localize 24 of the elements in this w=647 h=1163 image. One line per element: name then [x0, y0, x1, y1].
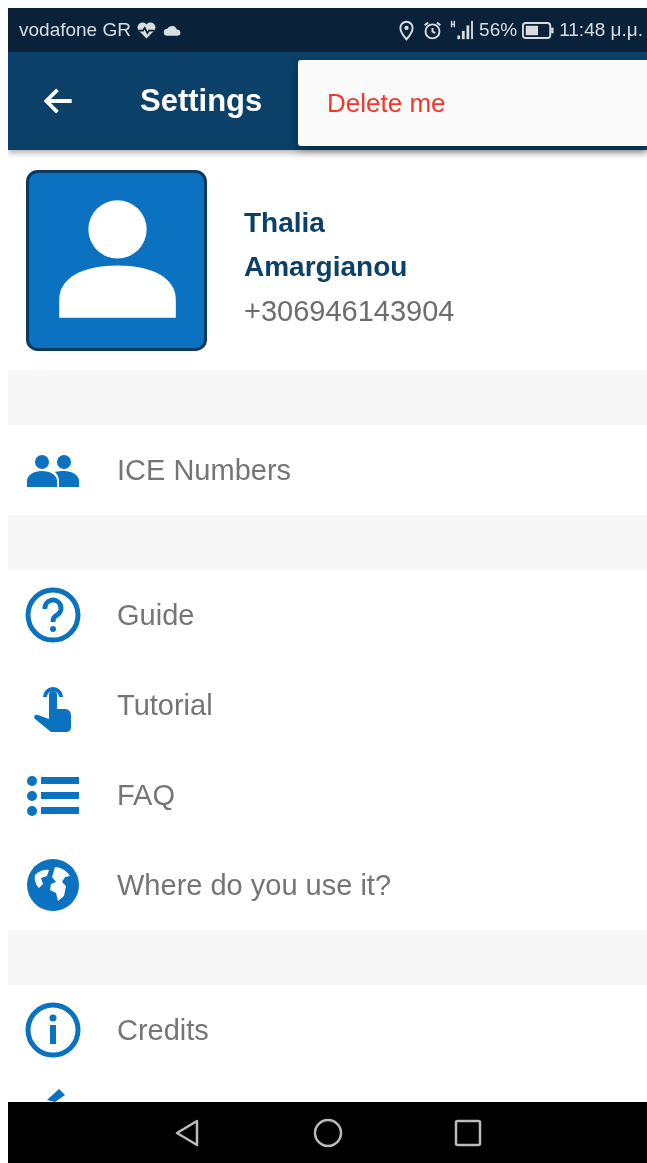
- last-name: Amargianou: [244, 250, 409, 284]
- help-circle-icon: [25, 587, 81, 643]
- alarm-icon: [422, 19, 444, 41]
- avatar-icon: [26, 169, 207, 351]
- carrier-name: vodafone GR: [19, 19, 131, 41]
- battery-percent: 56%: [479, 19, 518, 41]
- heart-pulse-icon: [135, 19, 157, 41]
- delete-menu-item[interactable]: Delete me: [327, 81, 446, 125]
- phone-number: +306946143904: [244, 294, 455, 329]
- signal-icon: [448, 19, 475, 41]
- first-name: Thalia: [244, 206, 326, 240]
- battery-icon: [522, 21, 555, 39]
- info-circle-icon: [25, 1002, 81, 1058]
- recents-icon[interactable]: [452, 1117, 483, 1148]
- settings-item[interactable]: Where do you use it?: [8, 840, 647, 930]
- settings-item[interactable]: Tutorial: [8, 660, 647, 750]
- settings-item[interactable]: ICE Numbers: [8, 425, 647, 515]
- settings-item[interactable]: Credits: [8, 985, 647, 1075]
- clock-time: 11:48 μ.μ.: [559, 19, 643, 41]
- home-icon[interactable]: [312, 1117, 343, 1148]
- globe-icon: [25, 857, 81, 913]
- screen-title: Settings: [140, 83, 263, 119]
- settings-item[interactable]: FAQ: [8, 750, 647, 840]
- settings-item[interactable]: Guide: [8, 570, 647, 660]
